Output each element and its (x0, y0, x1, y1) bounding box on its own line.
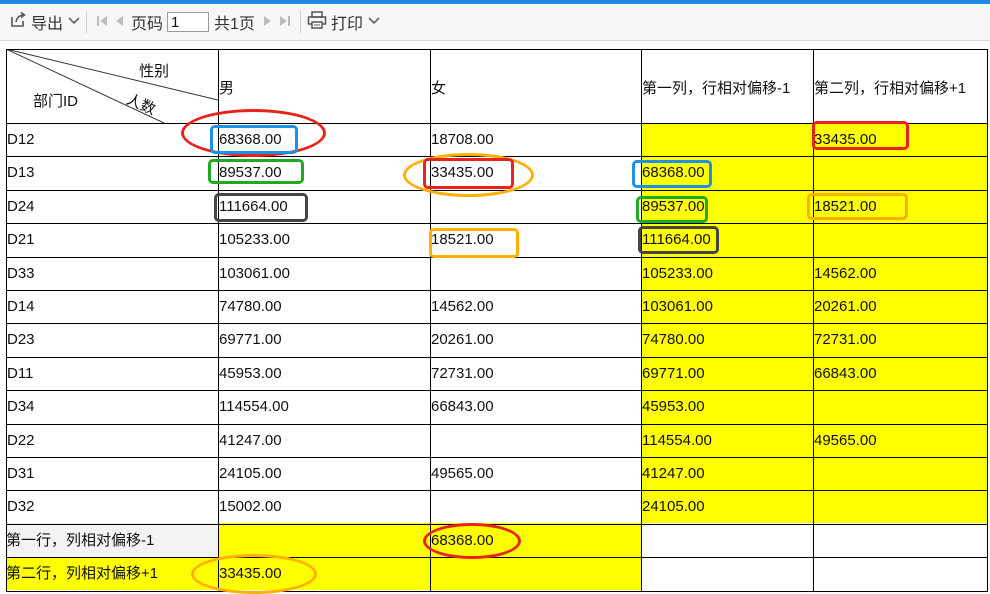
male-count-cell: 45953.00 (219, 365, 282, 382)
dept-id-cell: D11 (7, 365, 34, 382)
dept-id-cell: D14 (7, 298, 35, 315)
male-count-cell: 15002.00 (219, 498, 282, 515)
col1-offset-cell: 74780.00 (642, 331, 705, 348)
row-divider (6, 424, 987, 425)
header-male: 男 (219, 80, 235, 97)
orange-ellipse-mark (191, 554, 317, 594)
col1-offset-cell: 45953.00 (642, 398, 705, 415)
col2-offset-cell: 49565.00 (814, 432, 877, 449)
footer-row-label: 第二行，列相对偏移+1 (6, 565, 159, 582)
header-col2-offset: 第二列，行相对偏移+1 (814, 80, 967, 97)
dept-id-cell: D13 (7, 164, 35, 181)
row-divider (6, 591, 987, 592)
footer-row-label: 第一行，列相对偏移-1 (6, 532, 155, 549)
col2-offset-cell: 72731.00 (814, 331, 877, 348)
corner-gender-label: 性别 (139, 63, 170, 80)
column-divider (987, 49, 988, 592)
row-divider (6, 223, 987, 224)
row-divider (6, 357, 987, 358)
col2-offset-cell: 14562.00 (814, 265, 877, 282)
row-divider (6, 490, 987, 491)
dept-id-cell: D31 (7, 465, 35, 482)
printer-icon (307, 10, 327, 34)
last-page-icon[interactable] (279, 15, 291, 30)
row-divider (6, 557, 987, 558)
male-count-cell: 69771.00 (219, 331, 282, 348)
orange-box-mark (807, 193, 908, 220)
dept-id-cell: D24 (7, 198, 35, 215)
col1-offset-cell: 41247.00 (642, 465, 705, 482)
female-count-cell: 20261.00 (431, 331, 494, 348)
column-divider (430, 49, 431, 592)
dark-box-mark (214, 193, 308, 222)
female-count-cell: 18708.00 (431, 131, 494, 148)
red-box-mark (423, 158, 514, 189)
col1-offset-cell: 103061.00 (642, 298, 713, 315)
male-count-cell: 105233.00 (219, 231, 290, 248)
green-box-mark (208, 159, 304, 184)
col1-offset-cell: 105233.00 (642, 265, 713, 282)
blue-box-mark (210, 125, 298, 154)
row-divider (6, 290, 987, 291)
export-icon (9, 11, 27, 34)
report-table: 部门ID 性别 人数 男 女 第一列，行相对偏移-1 第二列，行相对偏移+1 D… (0, 40, 990, 594)
dark-box-mark (638, 226, 719, 254)
dept-id-cell: D23 (7, 331, 35, 348)
col2-offset-cell: 66843.00 (814, 365, 877, 382)
page-label: 页码 (131, 16, 164, 33)
male-count-cell: 114554.00 (219, 398, 289, 415)
dept-id-cell: D32 (7, 498, 35, 515)
female-count-cell: 66843.00 (431, 398, 494, 415)
orange-box-mark (429, 228, 519, 258)
chevron-down-icon (368, 13, 380, 31)
row-divider (6, 323, 987, 324)
header-female: 女 (431, 80, 447, 97)
print-button[interactable]: 打印 (307, 8, 380, 36)
next-page-icon[interactable] (263, 15, 273, 30)
female-count-cell: 14562.00 (431, 298, 494, 315)
col2-offset-cell: 20261.00 (814, 298, 877, 315)
male-count-cell: 24105.00 (219, 465, 282, 482)
toolbar-divider (86, 11, 88, 33)
col1-offset-cell: 24105.00 (642, 498, 705, 515)
column-divider (641, 49, 642, 592)
print-label: 打印 (330, 16, 363, 33)
red-ellipse-mark (423, 523, 521, 559)
chevron-down-icon (68, 13, 80, 31)
first-page-icon[interactable] (96, 15, 108, 30)
report-toolbar: 导出 页码 共1页 打印 (0, 4, 990, 41)
dept-id-cell: D34 (7, 398, 35, 415)
header-col1-offset: 第一列，行相对偏移-1 (642, 80, 791, 97)
column-divider (6, 49, 7, 592)
dept-id-cell: D12 (7, 131, 35, 148)
dept-id-cell: D22 (7, 432, 35, 449)
toolbar-divider (299, 11, 301, 33)
male-count-cell: 74780.00 (219, 298, 282, 315)
export-button[interactable]: 导出 (9, 8, 80, 36)
male-count-cell: 103061.00 (219, 265, 290, 282)
dept-id-cell: D21 (7, 231, 35, 248)
green-box-mark (636, 196, 708, 223)
col1-offset-cell: 69771.00 (642, 365, 705, 382)
prev-page-icon[interactable] (114, 15, 124, 30)
table-border-top (6, 49, 987, 50)
col1-offset-cell: 114554.00 (642, 432, 712, 449)
row-divider (6, 457, 987, 458)
male-count-cell: 41247.00 (219, 432, 282, 449)
dept-id-cell: D33 (7, 265, 35, 282)
row-divider (6, 390, 987, 391)
female-count-cell: 49565.00 (431, 465, 494, 482)
corner-diagonal-lines (6, 49, 218, 123)
blue-box-mark (632, 160, 712, 188)
page-number-input[interactable] (167, 12, 210, 32)
total-pages-label: 共1页 (214, 16, 255, 33)
female-count-cell: 72731.00 (431, 365, 494, 382)
red-box-mark (812, 121, 909, 150)
corner-dept-label: 部门ID (33, 93, 79, 110)
export-label: 导出 (31, 16, 64, 33)
